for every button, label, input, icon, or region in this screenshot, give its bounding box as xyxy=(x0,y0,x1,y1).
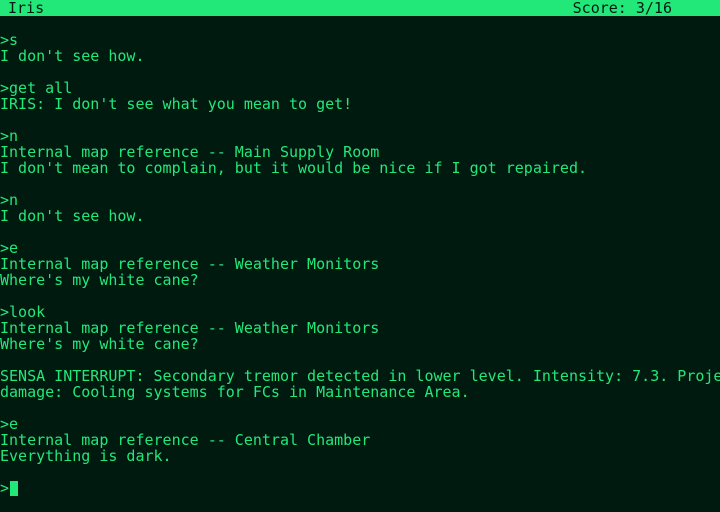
transcript-line xyxy=(0,64,720,80)
text-cursor xyxy=(10,480,19,496)
transcript-line: >n xyxy=(0,192,19,208)
transcript-line: I don't see how. xyxy=(0,48,145,64)
transcript-line: Internal map reference -- Weather Monito… xyxy=(0,256,380,272)
transcript-line: Internal map reference -- Main Supply Ro… xyxy=(0,144,380,160)
transcript-line: I don't see how. xyxy=(0,208,145,224)
transcript-line: IRIS: I don't see what you mean to get! xyxy=(0,96,353,112)
status-bar: Iris Score: 3/16 xyxy=(0,0,720,16)
transcript-line: Internal map reference -- Weather Monito… xyxy=(0,320,380,336)
transcript-line: >get all xyxy=(0,80,73,96)
command-prompt[interactable]: > xyxy=(0,480,720,496)
transcript-line: >n xyxy=(0,128,19,144)
transcript-line xyxy=(0,112,720,128)
transcript-line: Everything is dark. xyxy=(0,448,172,464)
transcript-line: Internal map reference -- Central Chambe… xyxy=(0,432,371,448)
transcript-line: I don't mean to complain, but it would b… xyxy=(0,160,587,176)
transcript-line: >e xyxy=(0,240,19,256)
transcript-line xyxy=(0,288,720,304)
transcript: >s I don't see how. >get all IRIS: I don… xyxy=(0,32,720,512)
transcript-line: >look xyxy=(0,304,46,320)
score-display: Score: 3/16 xyxy=(572,0,672,17)
prompt-symbol: > xyxy=(0,479,10,497)
transcript-line xyxy=(0,352,720,368)
transcript-line: >e xyxy=(0,416,19,432)
transcript-line: >s xyxy=(0,32,19,48)
transcript-line: Where's my white cane? xyxy=(0,336,199,352)
transcript-line xyxy=(0,464,720,480)
transcript-line xyxy=(0,400,720,416)
transcript-line xyxy=(0,176,720,192)
transcript-line: Where's my white cane? xyxy=(0,272,199,288)
game-title: Iris xyxy=(8,0,45,17)
transcript-line: SENSA INTERRUPT: Secondary tremor detect… xyxy=(0,368,720,384)
transcript-line: damage: Cooling systems for FCs in Maint… xyxy=(0,384,470,400)
transcript-line xyxy=(0,224,720,240)
